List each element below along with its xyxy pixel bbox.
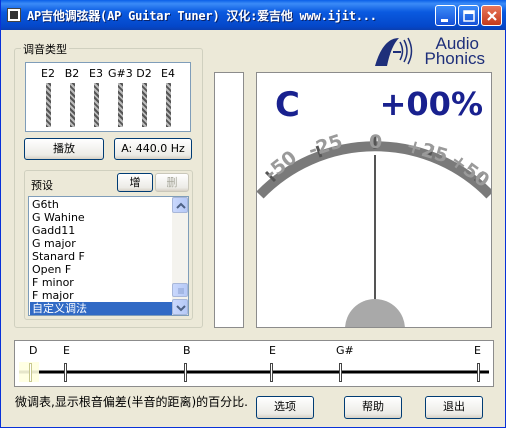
fretboard-line xyxy=(19,362,489,382)
preset-item[interactable]: Stanard F xyxy=(32,250,85,263)
status-text: 微调表,显示根音偏差(半音的距离)的百分比. xyxy=(15,395,248,409)
fretboard-display: D E B E G# E xyxy=(14,340,494,387)
string-label-5[interactable]: D2 xyxy=(132,67,156,80)
guitar-string-3[interactable] xyxy=(94,83,99,127)
fret-note-label: E xyxy=(269,344,276,357)
string-display: E2 B2 E3 G#3 D2 E4 xyxy=(25,62,191,132)
scale-label-minus-25: -25 xyxy=(306,130,345,162)
preset-list[interactable]: G6th G Wahine Gadd11 G major Stanard F O… xyxy=(28,196,189,316)
string-label-6[interactable]: E4 xyxy=(156,67,180,80)
close-button[interactable] xyxy=(481,5,502,26)
string-label-2[interactable]: B2 xyxy=(60,67,84,80)
add-preset-button[interactable]: 增 xyxy=(117,173,153,192)
exit-button[interactable]: 退出 xyxy=(425,396,483,419)
scroll-up-button[interactable] xyxy=(172,197,188,213)
fret-marker xyxy=(184,363,187,382)
fret-marker xyxy=(64,363,67,382)
scroll-thumb[interactable] xyxy=(172,283,188,297)
preset-item[interactable]: G Wahine xyxy=(32,211,85,224)
preset-item[interactable]: Open F xyxy=(32,263,71,276)
chevron-up-icon xyxy=(176,202,186,209)
chevron-down-icon xyxy=(176,305,186,312)
fret-note-label: D xyxy=(29,344,38,357)
preset-item-selected[interactable]: 自定义调法 xyxy=(30,302,175,315)
tuning-group-label: 调音类型 xyxy=(21,41,69,57)
guitar-string-2[interactable] xyxy=(70,83,75,127)
preset-item[interactable]: Gadd11 xyxy=(32,224,75,237)
logo-mark-icon xyxy=(375,37,413,66)
minimize-icon xyxy=(441,19,448,22)
needle-hub xyxy=(345,299,405,327)
preset-item[interactable]: G6th xyxy=(32,198,59,211)
fret-marker xyxy=(339,363,342,382)
options-button[interactable]: 选项 xyxy=(256,396,314,419)
string-label-3[interactable]: E3 xyxy=(84,67,108,80)
fret-note-label: E xyxy=(63,344,70,357)
guitar-string-5[interactable] xyxy=(142,83,147,127)
minimize-button[interactable] xyxy=(435,5,456,26)
fret-marker xyxy=(270,363,273,382)
audio-phonics-logo: Audio Phonics xyxy=(373,34,491,68)
fret-note-label: E xyxy=(474,344,481,357)
reference-pitch-button[interactable]: A: 440.0 Hz xyxy=(114,138,192,160)
level-bar xyxy=(214,72,244,328)
preset-item[interactable]: G major xyxy=(32,237,76,250)
tuning-meter: C +00% -50 -25 0 +25 +50 xyxy=(256,72,492,328)
app-icon[interactable] xyxy=(7,8,21,22)
maximize-icon xyxy=(463,10,475,22)
scale-label-minus-50: -50 xyxy=(261,146,302,184)
title-bar[interactable]: AP吉他调弦器(AP Guitar Tuner) 汉化:爱吉他 www.ijit… xyxy=(1,0,506,30)
preset-list-scrollbar[interactable] xyxy=(172,197,188,315)
play-button[interactable]: 播放 xyxy=(24,138,104,160)
fret-marker xyxy=(477,363,480,382)
string-label-4[interactable]: G#3 xyxy=(108,67,133,80)
guitar-string-1[interactable] xyxy=(46,83,51,127)
window-title: AP吉他调弦器(AP Guitar Tuner) 汉化:爱吉他 www.ijit… xyxy=(27,9,377,23)
scroll-down-button[interactable] xyxy=(172,299,188,315)
string-label-1[interactable]: E2 xyxy=(36,67,60,80)
grip-icon xyxy=(178,288,184,294)
fret-note-label: B xyxy=(183,344,191,357)
help-button[interactable]: 帮助 xyxy=(344,396,402,419)
app-window: AP吉他调弦器(AP Guitar Tuner) 汉化:爱吉他 www.ijit… xyxy=(0,0,506,428)
fret-note-label: G# xyxy=(336,344,354,357)
fret-marker-active xyxy=(29,363,32,382)
scale-label-zero: 0 xyxy=(369,131,382,153)
delete-preset-button[interactable]: 删 xyxy=(155,173,189,192)
logo-text-phonics: Phonics xyxy=(424,49,485,68)
meter-dial: -50 -25 0 +25 +50 xyxy=(257,130,491,327)
preset-item[interactable]: F minor xyxy=(32,276,74,289)
preset-item[interactable]: F major xyxy=(32,289,74,302)
presets-label: 预设 xyxy=(29,177,55,193)
close-icon xyxy=(487,11,497,21)
guitar-string-6[interactable] xyxy=(166,83,171,127)
maximize-button[interactable] xyxy=(458,5,479,26)
scale-label-plus-25: +25 xyxy=(404,135,451,168)
guitar-string-4[interactable] xyxy=(118,83,123,127)
